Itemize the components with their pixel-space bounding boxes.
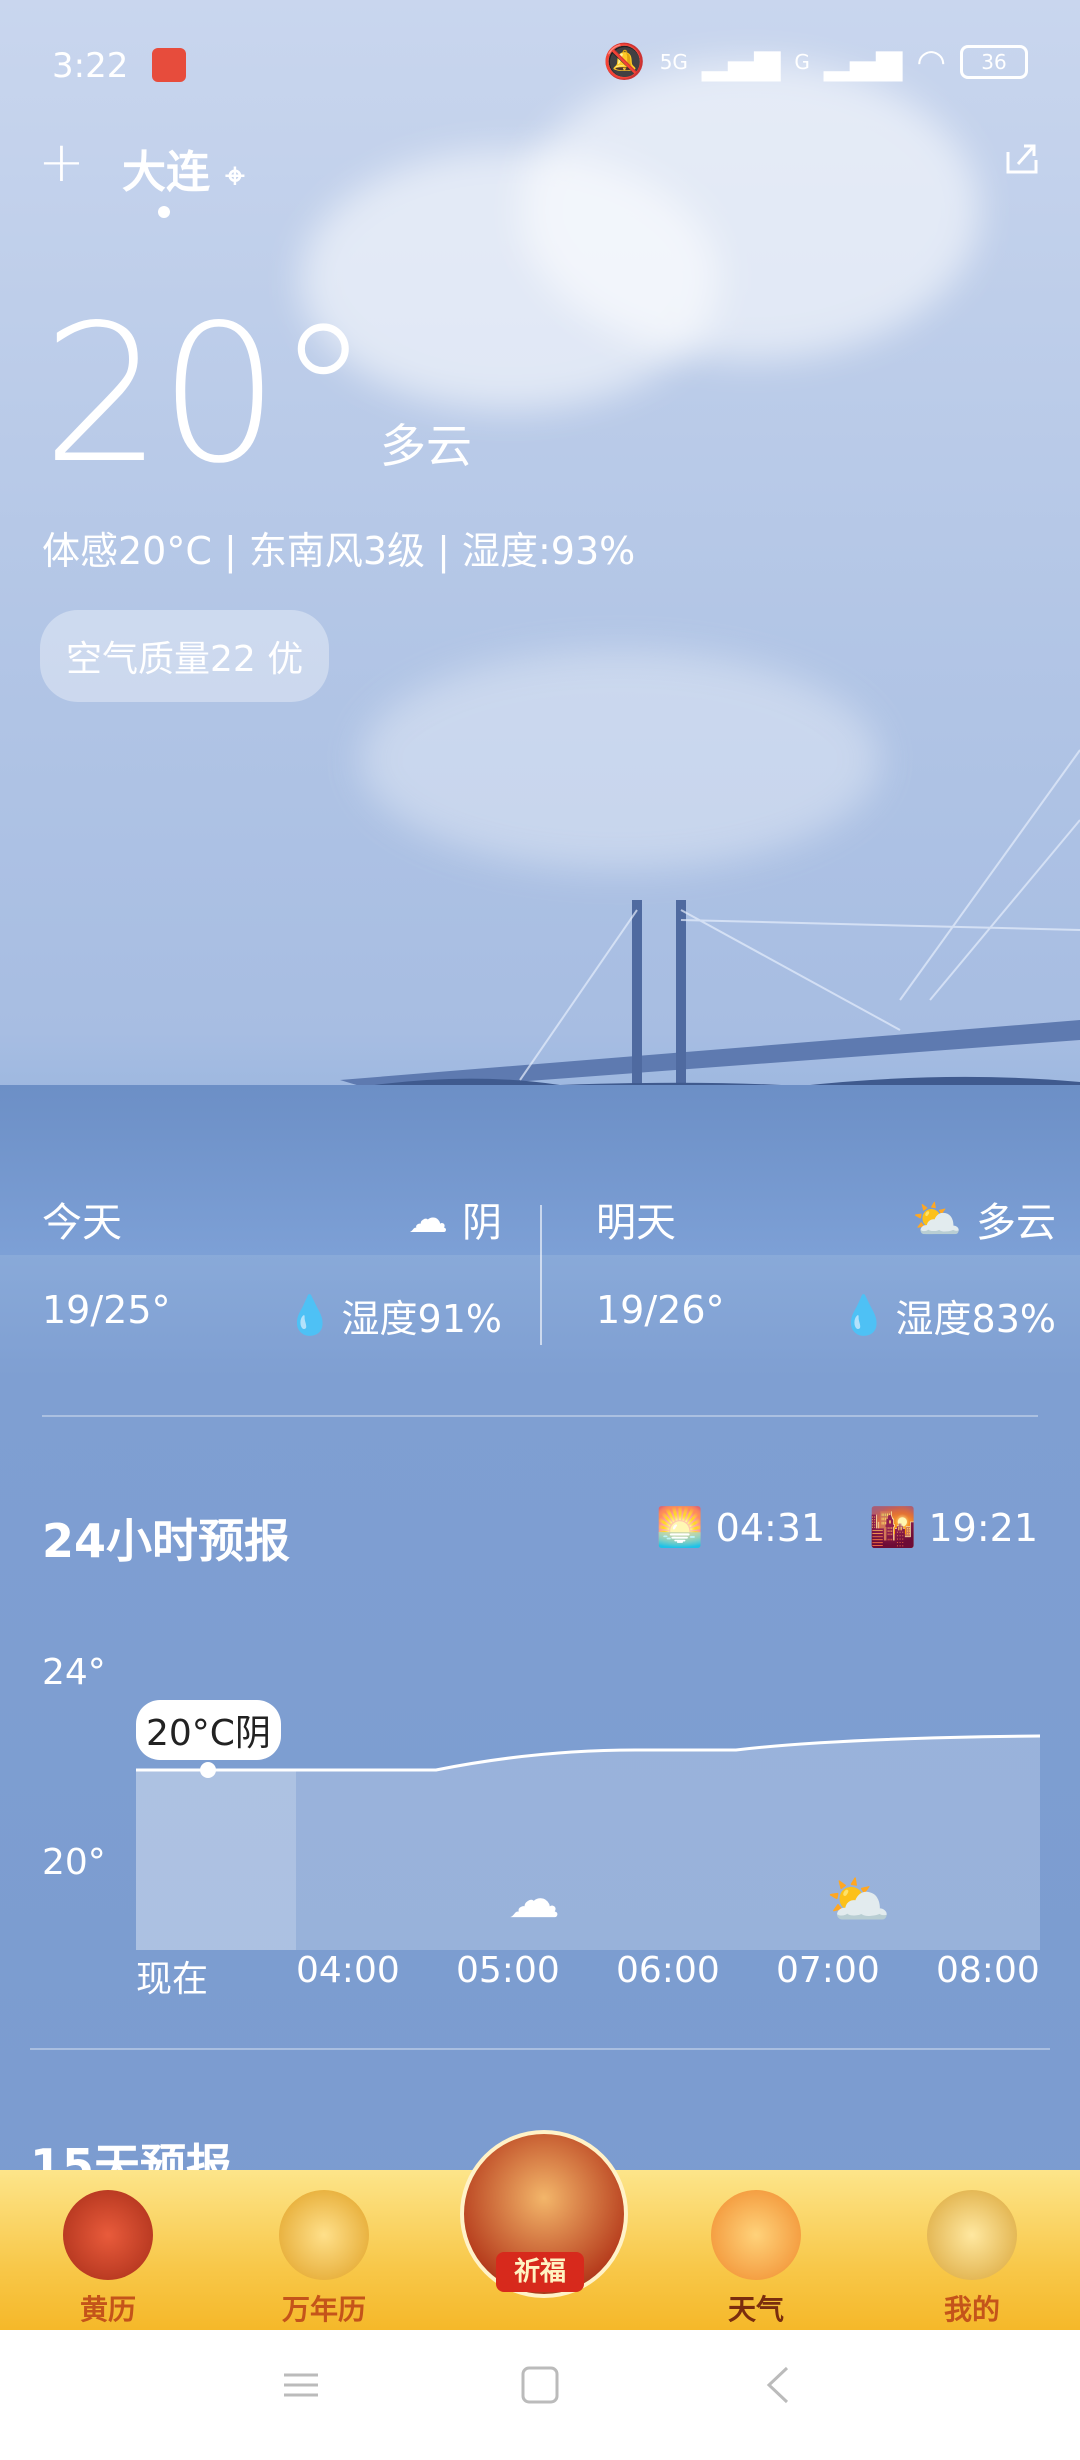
page-indicator (158, 206, 170, 218)
droplet-icon: 💧 (286, 1293, 334, 1337)
nav-label: 黄历 (79, 2293, 136, 2326)
signal-bars-icon: ▂▄▆ (701, 42, 781, 82)
signal-bars-icon: ▂▄▆ (823, 42, 903, 82)
hourly-title: 24小时预报 (42, 1514, 291, 1568)
blessing-label: 祈福 (496, 2252, 584, 2292)
hourly-chart[interactable] (136, 1730, 1040, 1950)
golden-lion-icon (927, 2190, 1017, 2280)
koi-fish-icon (711, 2190, 801, 2280)
y-label-bottom: 20° (42, 1842, 106, 1883)
signal-g: G (794, 50, 810, 74)
divider (42, 1415, 1038, 1417)
sunrise-time: 04:31 (715, 1505, 826, 1550)
nav-mine[interactable]: 我的 (912, 2190, 1032, 2328)
nav-label: 万年历 (281, 2293, 366, 2326)
current-tooltip: 20°C阴 (136, 1700, 281, 1760)
y-label-top: 24° (42, 1652, 106, 1693)
time-label: 07:00 (776, 1950, 880, 1991)
city-label: 大连 (122, 147, 210, 198)
nav-label: 天气 (727, 2293, 784, 2326)
divider (540, 1205, 542, 1345)
tomorrow-condition: 多云 (976, 1200, 1056, 1246)
battery-icon: 36 (960, 45, 1028, 79)
droplet-icon: 💧 (840, 1293, 888, 1337)
signal-5g: 5G (659, 50, 688, 74)
time-label: 04:00 (296, 1950, 400, 1991)
location-pin-icon: ⌖ (225, 156, 245, 196)
add-city-button[interactable]: + (38, 130, 85, 195)
divider (30, 2048, 1050, 2050)
air-quality-badge[interactable]: 空气质量22 优 (40, 610, 330, 702)
tomorrow-label: 明天 (596, 1200, 676, 1246)
today-card[interactable]: 今天 ☁ 阴 19/25° 💧 湿度91% (42, 1190, 502, 1341)
sunset-time: 19:21 (928, 1505, 1038, 1550)
wifi-icon: ◠ (916, 42, 946, 82)
partly-cloudy-icon: ⛅ (826, 1871, 891, 1931)
current-details: 体感20°C | 东南风3级 | 湿度:93% (42, 529, 636, 573)
today-label: 今天 (42, 1200, 122, 1246)
tomorrow-card[interactable]: 明天 ⛅ 多云 19/26° 💧 湿度83% (596, 1190, 1056, 1342)
status-bar: 3:22 🔕 5G ▂▄▆ G ▂▄▆ ◠ 36 (52, 40, 1028, 90)
current-condition: 多云 (380, 419, 472, 473)
home-icon[interactable] (515, 2360, 565, 2410)
nav-calendar[interactable]: 万年历 (264, 2190, 384, 2328)
city-name[interactable]: 大连 ⌖ (122, 136, 244, 200)
gold-ingot-icon (279, 2190, 369, 2280)
sunset-icon: 🌇 (869, 1505, 917, 1549)
today-condition: 阴 (462, 1200, 502, 1246)
status-time: 3:22 (52, 46, 129, 86)
current-highlight (136, 1770, 296, 1950)
nav-weather[interactable]: 天气 (696, 2190, 816, 2328)
app-notification-icon (152, 48, 186, 82)
time-label: 05:00 (456, 1950, 560, 1991)
cloud-icon: ☁ (508, 1870, 560, 1930)
time-label: 08:00 (936, 1950, 1040, 1991)
time-label: 现在 (136, 1959, 209, 2000)
nav-label: 我的 (943, 2293, 1000, 2326)
current-temperature: 20° (42, 284, 371, 505)
sky-cloud (520, 60, 980, 360)
back-icon[interactable] (755, 2360, 805, 2410)
sun-times: 🌅 04:31 🌇 19:21 (656, 1505, 1038, 1550)
today-range: 19/25° (42, 1288, 171, 1332)
menu-icon[interactable] (276, 2360, 326, 2410)
current-point (200, 1762, 216, 1778)
tomorrow-range: 19/26° (596, 1288, 725, 1332)
bridge-scene (340, 749, 1080, 1092)
mute-icon: 🔕 (603, 42, 646, 82)
time-label: 06:00 (616, 1950, 720, 1991)
share-icon[interactable] (1002, 138, 1042, 178)
tomorrow-humidity: 湿度83% (895, 1297, 1056, 1341)
cloud-icon: ☁ (408, 1196, 448, 1242)
top-bar: + 大连 ⌖ (38, 130, 1042, 218)
partly-cloudy-icon: ⛅ (912, 1196, 962, 1243)
today-humidity: 湿度91% (341, 1297, 502, 1341)
sunrise-icon: 🌅 (656, 1505, 704, 1549)
nav-almanac[interactable]: 黄历 (48, 2190, 168, 2328)
god-of-wealth-icon (63, 2190, 153, 2280)
